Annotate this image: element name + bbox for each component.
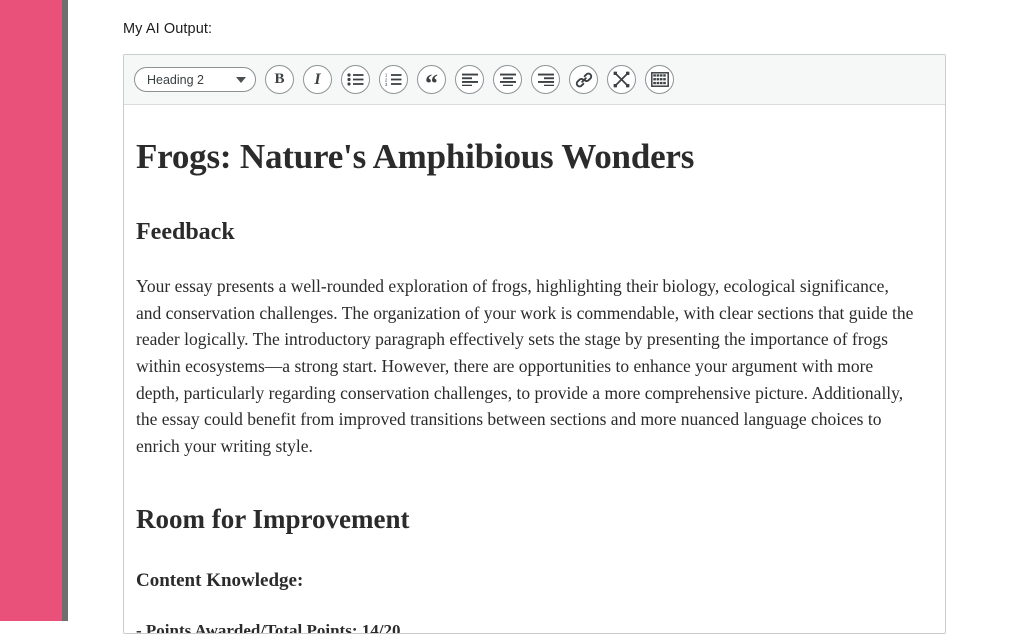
output-label: My AI Output:	[123, 21, 213, 37]
align-center-icon	[499, 73, 516, 87]
numbered-list-icon: 1 2 3	[385, 73, 402, 86]
bold-button[interactable]: B	[265, 65, 294, 95]
numbered-list-button[interactable]: 1 2 3	[379, 65, 408, 95]
table-icon	[650, 72, 669, 88]
align-left-button[interactable]	[455, 65, 484, 95]
bullet-list-button[interactable]	[341, 65, 370, 95]
editor-document[interactable]: Frogs: Nature's Amphibious Wonders Feedb…	[124, 105, 945, 634]
heading-style-value: Heading 2	[147, 72, 204, 87]
heading-style-select[interactable]: Heading 2	[134, 67, 256, 93]
page-root: My AI Output: Heading 2 B I 1 2 3 “ Frog…	[0, 0, 1024, 634]
editor-toolbar: Heading 2 B I 1 2 3 “	[124, 55, 945, 106]
svg-text:3: 3	[385, 82, 388, 86]
link-icon	[575, 72, 592, 88]
fullscreen-icon	[613, 71, 630, 88]
chevron-down-icon	[236, 76, 246, 83]
bullet-list-icon	[347, 73, 364, 86]
quote-icon: “	[425, 69, 438, 99]
feedback-heading: Feedback	[136, 219, 235, 246]
rich-text-editor: Heading 2 B I 1 2 3 “ Frogs: Nature's Am…	[123, 54, 946, 634]
align-right-button[interactable]	[531, 65, 560, 95]
feedback-paragraph: Your essay presents a well-rounded explo…	[136, 276, 914, 456]
content-area: My AI Output: Heading 2 B I 1 2 3 “ Frog…	[68, 0, 1024, 634]
align-left-icon	[461, 73, 478, 87]
points-awarded-line: - Points Awarded/Total Points: 14/20	[136, 620, 401, 634]
left-accent-rail	[0, 0, 62, 621]
improvement-heading: Room for Improvement	[136, 504, 410, 535]
table-button[interactable]	[645, 65, 674, 95]
link-button[interactable]	[569, 65, 598, 95]
bold-icon: B	[274, 71, 285, 88]
italic-icon: I	[314, 70, 321, 88]
align-center-button[interactable]	[493, 65, 522, 95]
italic-button[interactable]: I	[303, 65, 332, 95]
content-knowledge-heading: Content Knowledge:	[136, 570, 304, 592]
fullscreen-button[interactable]	[607, 65, 636, 95]
document-title: Frogs: Nature's Amphibious Wonders	[136, 137, 695, 177]
align-right-icon	[537, 73, 554, 87]
blockquote-button[interactable]: “	[417, 65, 446, 99]
